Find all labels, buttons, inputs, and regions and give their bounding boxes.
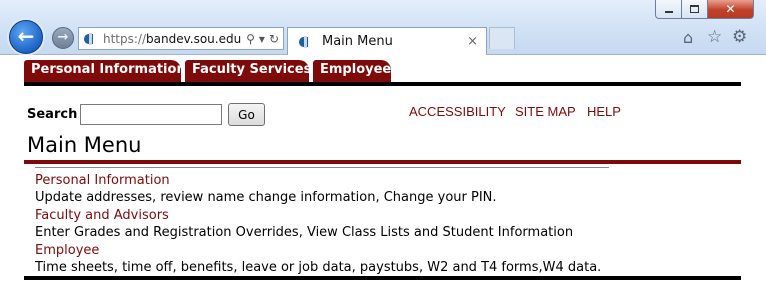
page-content: Personal Information Faculty Services Em… xyxy=(0,55,766,285)
tab-employee[interactable]: Employee xyxy=(313,60,391,84)
home-icon[interactable]: ⌂ xyxy=(683,28,693,47)
tab-title: Main Menu xyxy=(322,34,393,49)
site-map-link[interactable]: SITE MAP xyxy=(515,104,576,119)
forward-arrow-icon: → xyxy=(57,30,69,45)
tab-close-icon[interactable]: × xyxy=(467,34,478,49)
title-divider xyxy=(24,160,741,164)
accessibility-link[interactable]: ACCESSIBILITY xyxy=(409,104,506,119)
maximize-icon xyxy=(690,5,699,13)
tabs-divider xyxy=(24,82,741,86)
close-window-button[interactable]: ✕ xyxy=(707,0,754,19)
page-title: Main Menu xyxy=(27,133,142,157)
menu-divider xyxy=(35,167,609,168)
menu-link-faculty-and-advisors[interactable]: Faculty and Advisors xyxy=(35,208,573,223)
dropdown-icon[interactable]: ▾ xyxy=(259,32,265,46)
close-icon: ✕ xyxy=(725,2,736,16)
address-url[interactable]: https://bandev.sou.edu xyxy=(103,32,241,46)
address-scheme: https:// xyxy=(103,31,147,46)
address-bar[interactable]: https://bandev.sou.edu ⚲ ▾ ↻ xyxy=(78,27,284,50)
new-tab-button[interactable] xyxy=(489,27,515,49)
tab-favicon-icon xyxy=(298,33,314,50)
maximize-button[interactable] xyxy=(681,0,708,19)
back-arrow-icon: ← xyxy=(17,24,35,48)
minimize-icon xyxy=(664,10,673,13)
forward-button[interactable]: → xyxy=(52,27,74,49)
bottom-divider xyxy=(24,276,741,280)
menu-desc-employee: Time sheets, time off, benefits, leave o… xyxy=(35,260,602,275)
back-button[interactable]: ← xyxy=(9,20,43,54)
site-favicon-icon xyxy=(83,30,99,47)
tab-main-menu[interactable]: Main Menu × xyxy=(287,27,487,55)
address-host: bandev.sou.edu xyxy=(146,31,242,46)
tab-faculty-services[interactable]: Faculty Services xyxy=(185,60,311,84)
gear-icon[interactable]: ⚙ xyxy=(732,27,747,47)
search-icon[interactable]: ⚲ xyxy=(246,32,255,46)
tab-personal-information[interactable]: Personal Information xyxy=(24,60,186,84)
search-input[interactable] xyxy=(80,104,222,125)
menu-desc-faculty-and-advisors: Enter Grades and Registration Overrides,… xyxy=(35,225,574,240)
menu-link-employee[interactable]: Employee xyxy=(35,243,601,258)
help-link[interactable]: HELP xyxy=(587,104,621,119)
go-button[interactable]: Go xyxy=(228,103,265,126)
menu-item-personal-information: Personal Information Update addresses, r… xyxy=(35,173,497,205)
refresh-icon[interactable]: ↻ xyxy=(269,32,279,46)
menu-desc-personal-information: Update addresses, review name change inf… xyxy=(35,190,497,205)
search-label: Search xyxy=(27,107,78,122)
menu-item-faculty-and-advisors: Faculty and Advisors Enter Grades and Re… xyxy=(35,208,573,240)
menu-link-personal-information[interactable]: Personal Information xyxy=(35,173,497,188)
menu-item-employee: Employee Time sheets, time off, benefits… xyxy=(35,243,601,275)
star-icon[interactable]: ☆ xyxy=(707,27,722,47)
minimize-button[interactable] xyxy=(655,0,682,19)
